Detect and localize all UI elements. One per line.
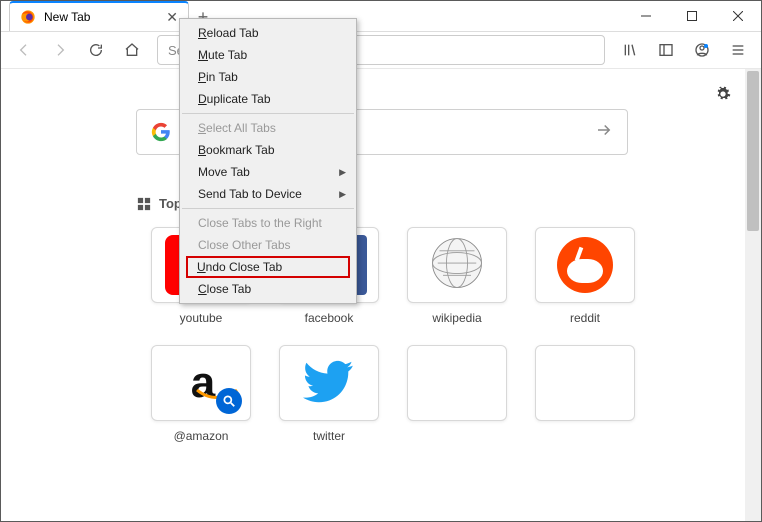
menu-item-undo-close-tab[interactable]: Undo Close Tab	[186, 256, 350, 278]
menu-item-mute-tab[interactable]: Mute Tab	[180, 44, 356, 66]
menu-item-close-tab[interactable]: Close Tab	[180, 278, 356, 300]
firefox-icon	[20, 9, 36, 25]
tile-label: reddit	[570, 311, 600, 325]
menu-item-send-tab-to-device[interactable]: Send Tab to Device▶	[180, 183, 356, 205]
account-button[interactable]	[687, 35, 717, 65]
tile-thumbnail	[407, 345, 507, 421]
tile-reddit[interactable]: reddit	[525, 227, 645, 325]
search-submit-icon[interactable]	[595, 121, 613, 144]
menu-item-pin-tab[interactable]: Pin Tab	[180, 66, 356, 88]
menu-separator	[182, 208, 354, 209]
sidebar-button[interactable]	[651, 35, 681, 65]
tile-thumbnail	[535, 345, 635, 421]
close-tab-button[interactable]: ✕	[166, 9, 178, 26]
search-badge-icon	[216, 388, 242, 414]
tile-label: @amazon	[174, 429, 229, 443]
close-window-button[interactable]	[715, 1, 761, 31]
amazon-icon: a	[191, 358, 211, 408]
tile-thumbnail: a	[151, 345, 251, 421]
nav-toolbar: Search or enter address	[1, 31, 761, 69]
tile-empty[interactable]	[397, 345, 517, 443]
google-icon	[151, 122, 171, 142]
customize-gear-icon[interactable]	[715, 86, 731, 107]
twitter-icon	[303, 355, 355, 412]
menu-item-select-all-tabs: Select All Tabs	[180, 117, 356, 139]
menu-separator	[182, 113, 354, 114]
minimize-button[interactable]	[623, 1, 669, 31]
tile-label: youtube	[180, 311, 223, 325]
home-button[interactable]	[117, 35, 147, 65]
forward-button[interactable]	[45, 35, 75, 65]
reload-button[interactable]	[81, 35, 111, 65]
maximize-button[interactable]	[669, 1, 715, 31]
browser-tab[interactable]: New Tab ✕	[9, 1, 189, 31]
menu-button[interactable]	[723, 35, 753, 65]
tile-label: facebook	[305, 311, 354, 325]
menu-item-move-tab[interactable]: Move Tab▶	[180, 161, 356, 183]
content-area: Top Sites youtubeffacebookwikipediareddi…	[1, 69, 761, 521]
menu-item-duplicate-tab[interactable]: Duplicate Tab	[180, 88, 356, 110]
menu-item-close-tabs-to-the-right: Close Tabs to the Right	[180, 212, 356, 234]
window-controls	[623, 1, 761, 31]
tile-amazon[interactable]: a @amazon	[141, 345, 261, 443]
scroll-thumb[interactable]	[747, 71, 759, 231]
titlebar: New Tab ✕ +	[1, 1, 761, 31]
reddit-icon	[557, 237, 613, 293]
tile-empty[interactable]	[525, 345, 645, 443]
menu-item-reload-tab[interactable]: Reload Tab	[180, 22, 356, 44]
tile-label: twitter	[313, 429, 345, 443]
tab-context-menu: Reload TabMute TabPin TabDuplicate Tab Se…	[179, 18, 357, 304]
scrollbar[interactable]	[745, 69, 761, 521]
tile-thumbnail	[535, 227, 635, 303]
tile-thumbnail	[407, 227, 507, 303]
library-button[interactable]	[615, 35, 645, 65]
tile-wikipedia[interactable]: wikipedia	[397, 227, 517, 325]
submenu-arrow-icon: ▶	[339, 189, 346, 200]
tile-thumbnail	[279, 345, 379, 421]
tile-label: wikipedia	[432, 311, 481, 325]
tab-title: New Tab	[44, 10, 158, 24]
submenu-arrow-icon: ▶	[339, 167, 346, 178]
wikipedia-icon	[429, 235, 485, 296]
menu-item-bookmark-tab[interactable]: Bookmark Tab	[180, 139, 356, 161]
grid-icon	[137, 197, 151, 211]
back-button[interactable]	[9, 35, 39, 65]
menu-item-close-other-tabs: Close Other Tabs	[180, 234, 356, 256]
tile-twitter[interactable]: twitter	[269, 345, 389, 443]
